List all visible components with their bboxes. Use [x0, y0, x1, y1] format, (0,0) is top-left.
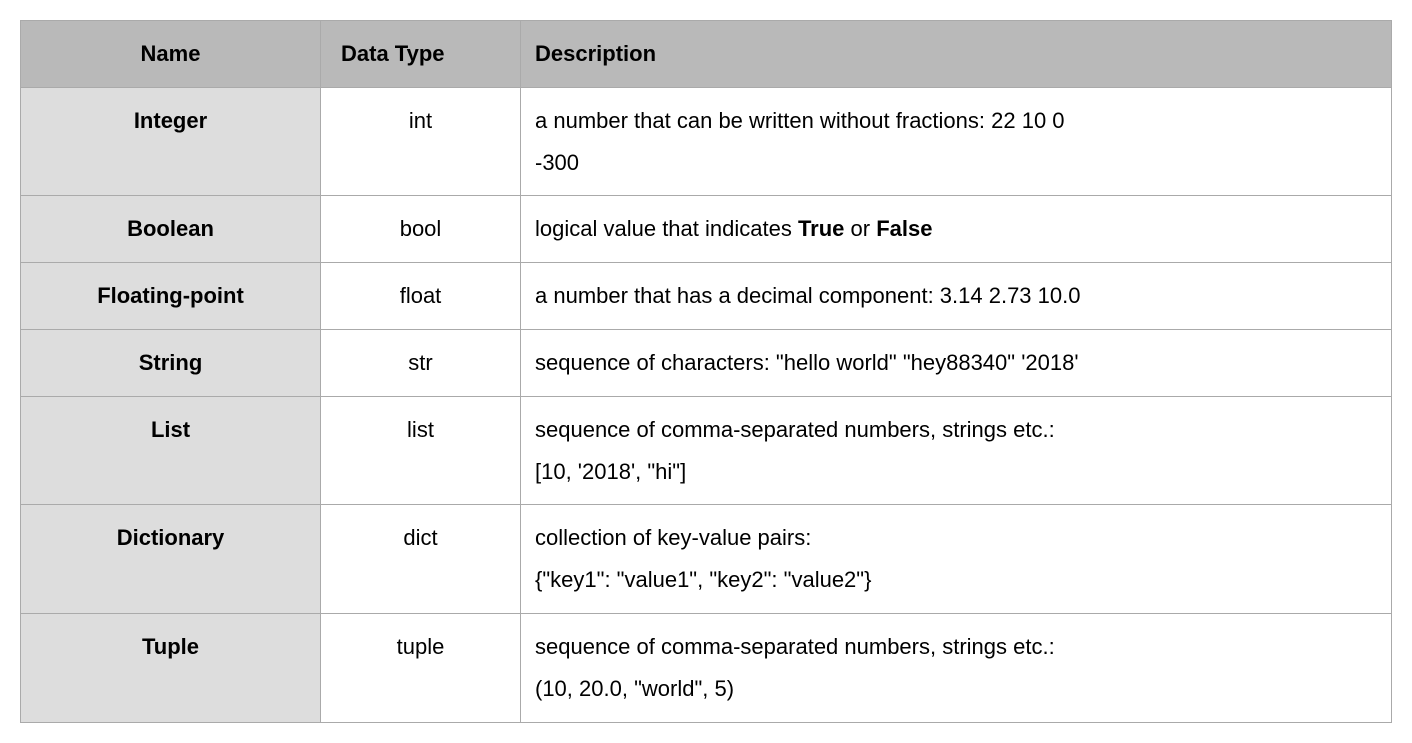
- cell-desc: sequence of characters: "hello world" "h…: [521, 329, 1392, 396]
- desc-text-line2: [10, '2018', "hi"]: [535, 451, 1377, 493]
- table-row: Floating-point float a number that has a…: [21, 263, 1392, 330]
- desc-text: a number that has a decimal component: 3…: [535, 283, 1080, 308]
- table-row: Integer int a number that can be written…: [21, 87, 1392, 196]
- desc-text: or: [844, 216, 876, 241]
- cell-name: List: [21, 396, 321, 505]
- header-desc: Description: [521, 21, 1392, 88]
- desc-text: logical value that indicates: [535, 216, 798, 241]
- desc-text-line2: -300: [535, 142, 1377, 184]
- cell-name: Tuple: [21, 613, 321, 722]
- data-types-table: Name Data Type Description Integer int a…: [20, 20, 1392, 723]
- cell-type: bool: [321, 196, 521, 263]
- cell-desc: a number that can be written without fra…: [521, 87, 1392, 196]
- table-row: String str sequence of characters: "hell…: [21, 329, 1392, 396]
- cell-type: dict: [321, 505, 521, 614]
- table-row: Dictionary dict collection of key-value …: [21, 505, 1392, 614]
- desc-text-line2: {"key1": "value1", "key2": "value2"}: [535, 559, 1377, 601]
- desc-text: a number that can be written without fra…: [535, 108, 1065, 133]
- desc-bold-true: True: [798, 216, 844, 241]
- desc-text-line2: (10, 20.0, "world", 5): [535, 668, 1377, 710]
- cell-type: int: [321, 87, 521, 196]
- desc-text: sequence of comma-separated numbers, str…: [535, 634, 1055, 659]
- cell-name: String: [21, 329, 321, 396]
- header-row: Name Data Type Description: [21, 21, 1392, 88]
- cell-desc: sequence of comma-separated numbers, str…: [521, 396, 1392, 505]
- desc-text: sequence of comma-separated numbers, str…: [535, 417, 1055, 442]
- cell-desc: logical value that indicates True or Fal…: [521, 196, 1392, 263]
- cell-type: float: [321, 263, 521, 330]
- table-row: List list sequence of comma-separated nu…: [21, 396, 1392, 505]
- cell-type: str: [321, 329, 521, 396]
- table-row: Boolean bool logical value that indicate…: [21, 196, 1392, 263]
- header-name: Name: [21, 21, 321, 88]
- cell-desc: a number that has a decimal component: 3…: [521, 263, 1392, 330]
- cell-type: list: [321, 396, 521, 505]
- cell-desc: collection of key-value pairs: {"key1": …: [521, 505, 1392, 614]
- cell-name: Integer: [21, 87, 321, 196]
- cell-name: Floating-point: [21, 263, 321, 330]
- cell-name: Boolean: [21, 196, 321, 263]
- cell-desc: sequence of comma-separated numbers, str…: [521, 613, 1392, 722]
- header-type: Data Type: [321, 21, 521, 88]
- desc-bold-false: False: [876, 216, 932, 241]
- cell-type: tuple: [321, 613, 521, 722]
- desc-text: sequence of characters: "hello world" "h…: [535, 350, 1079, 375]
- table-row: Tuple tuple sequence of comma-separated …: [21, 613, 1392, 722]
- cell-name: Dictionary: [21, 505, 321, 614]
- desc-text: collection of key-value pairs:: [535, 525, 811, 550]
